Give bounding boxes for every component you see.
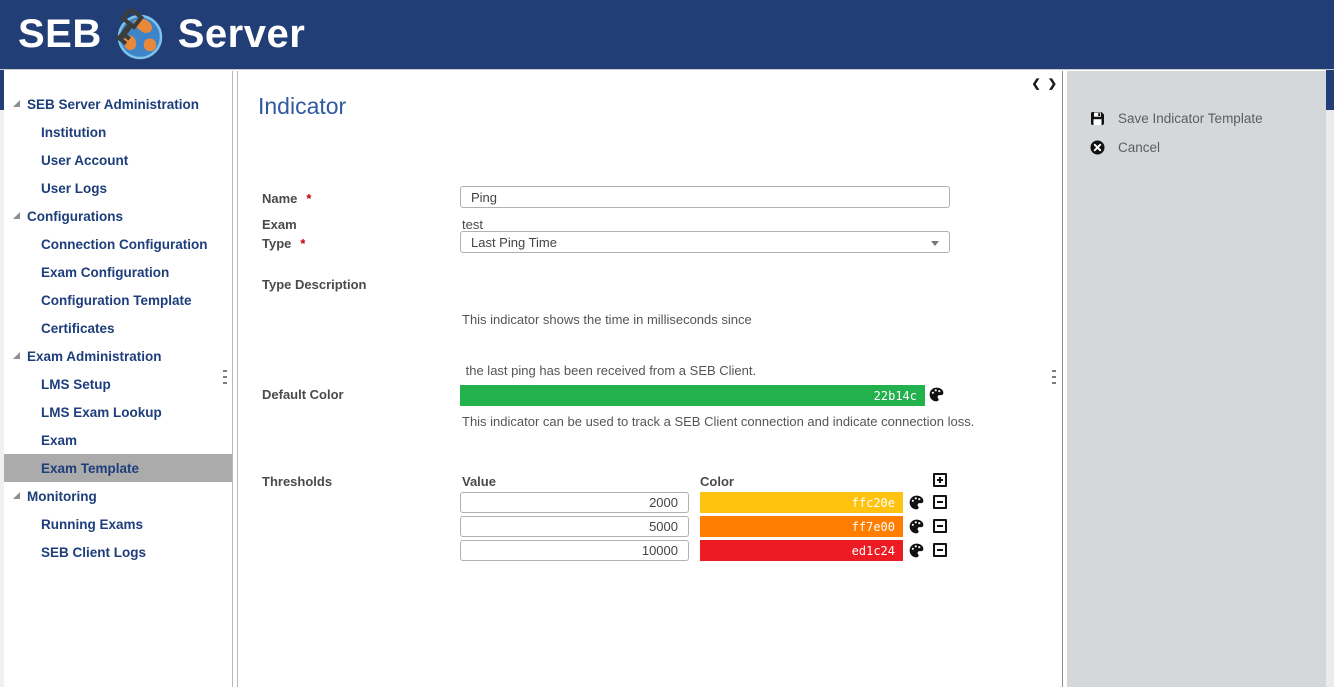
value-column-header: Value xyxy=(462,474,496,489)
remove-threshold-button[interactable] xyxy=(933,519,947,533)
sidebar-item-connection-configuration[interactable]: Connection Configuration xyxy=(4,230,232,258)
remove-threshold-button[interactable] xyxy=(933,495,947,509)
cancel-button[interactable]: Cancel xyxy=(1067,133,1326,162)
sidebar-item-configuration-template[interactable]: Configuration Template xyxy=(4,286,232,314)
brand-seb: SEB xyxy=(18,12,102,57)
sidebar-item-monitoring[interactable]: Monitoring xyxy=(4,482,232,510)
default-color-bar: 22b14c xyxy=(460,385,925,406)
save-indicator-template-button[interactable]: Save Indicator Template xyxy=(1067,104,1326,133)
palette-icon[interactable] xyxy=(909,519,924,534)
required-asterisk: * xyxy=(306,191,311,206)
threshold-color-bar: ed1c24 xyxy=(700,540,903,561)
app-header: SEB Server xyxy=(0,0,1334,70)
palette-icon[interactable] xyxy=(909,495,924,510)
sidebar-item-certificates[interactable]: Certificates xyxy=(4,314,232,342)
page-title: Indicator xyxy=(258,93,346,120)
collapse-right-icon[interactable]: ❯ xyxy=(1048,78,1059,90)
chevron-down-icon xyxy=(931,241,939,246)
name-input[interactable] xyxy=(460,186,950,208)
remove-threshold-button[interactable] xyxy=(933,543,947,557)
sidebar-item-seb-client-logs[interactable]: SEB Client Logs xyxy=(4,538,232,566)
threshold-color-bar: ff7e00 xyxy=(700,516,903,537)
sidebar-item-configurations[interactable]: Configurations xyxy=(4,202,232,230)
sidebar-item-exam-template[interactable]: Exam Template xyxy=(4,454,232,482)
threshold-value-input[interactable] xyxy=(460,540,689,561)
sidebar-item-user-account[interactable]: User Account xyxy=(4,146,232,174)
exam-label: Exam xyxy=(262,217,297,232)
sash-grip[interactable] xyxy=(223,370,227,388)
brand-server: Server xyxy=(178,12,306,57)
threshold-value-input[interactable] xyxy=(460,492,689,513)
sidebar-item-lms-exam-lookup[interactable]: LMS Exam Lookup xyxy=(4,398,232,426)
add-threshold-button[interactable] xyxy=(933,473,947,487)
panel-collapse-control: ❮ ❯ xyxy=(1032,77,1060,90)
sidebar-item-running-exams[interactable]: Running Exams xyxy=(4,510,232,538)
action-panel: Save Indicator Template Cancel xyxy=(1067,71,1326,687)
thresholds-label: Thresholds xyxy=(262,474,332,489)
sidebar-nav: SEB Server Administration Institution Us… xyxy=(4,71,233,687)
tree-expand-icon[interactable] xyxy=(13,492,20,499)
indicator-form-panel: ❮ ❯ Indicator Exam test Name* Type* Last… xyxy=(237,71,1063,687)
sash-grip[interactable] xyxy=(1052,370,1056,388)
sidebar-item-seb-server-administration[interactable]: SEB Server Administration xyxy=(4,90,232,118)
save-icon xyxy=(1090,111,1105,126)
threshold-value-input[interactable] xyxy=(460,516,689,537)
color-column-header: Color xyxy=(700,474,734,489)
sidebar-item-institution[interactable]: Institution xyxy=(4,118,232,146)
collapse-left-icon[interactable]: ❮ xyxy=(1032,78,1043,90)
globe-key-icon xyxy=(114,9,164,61)
tree-expand-icon[interactable] xyxy=(13,212,20,219)
page-edge-right xyxy=(1326,110,1334,687)
threshold-color-bar: ffc20e xyxy=(700,492,903,513)
palette-icon[interactable] xyxy=(929,387,944,402)
cancel-icon xyxy=(1090,140,1105,155)
sidebar-item-lms-setup[interactable]: LMS Setup xyxy=(4,370,232,398)
exam-value: test xyxy=(462,217,483,232)
sidebar-item-exam-configuration[interactable]: Exam Configuration xyxy=(4,258,232,286)
palette-icon[interactable] xyxy=(909,543,924,558)
sidebar-item-exam[interactable]: Exam xyxy=(4,426,232,454)
tree-expand-icon[interactable] xyxy=(13,352,20,359)
default-color-label: Default Color xyxy=(262,387,344,402)
sidebar-item-exam-administration[interactable]: Exam Administration xyxy=(4,342,232,370)
banner-edge-right xyxy=(1326,70,1334,110)
sidebar-item-user-logs[interactable]: User Logs xyxy=(4,174,232,202)
tree-expand-icon[interactable] xyxy=(13,100,20,107)
type-label: Type* xyxy=(262,236,305,251)
name-label: Name* xyxy=(262,191,311,206)
required-asterisk: * xyxy=(300,236,305,251)
type-description-label: Type Description xyxy=(262,277,367,292)
type-select[interactable]: Last Ping Time xyxy=(460,231,950,253)
